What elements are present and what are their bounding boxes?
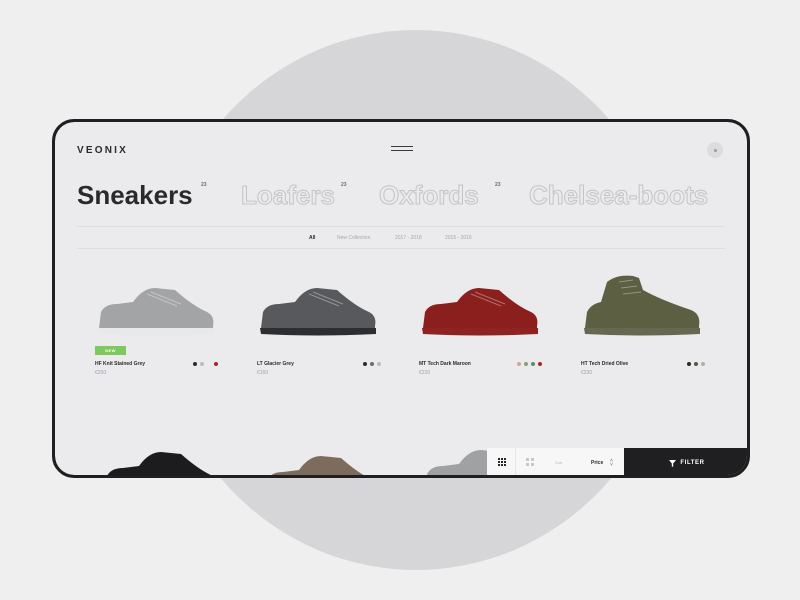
product-card[interactable]: NEW HF Knit Stained Grey €250 xyxy=(95,280,235,380)
product-name[interactable]: HF Knit Stained Grey xyxy=(95,361,145,367)
laptop-frame: VEONIX Sneakers 23 Loafers 23 Oxfords 23 Ch… xyxy=(52,119,750,478)
sort-label: Sort xyxy=(555,460,563,465)
product-name[interactable]: HT Tech Dried Olive xyxy=(581,361,628,367)
product-image[interactable] xyxy=(257,280,379,340)
hamburger-icon[interactable] xyxy=(391,145,413,153)
color-swatch[interactable] xyxy=(200,362,204,366)
color-swatch[interactable] xyxy=(214,362,218,366)
product-card[interactable]: MT Tech Dark Maroon €220 xyxy=(419,280,559,380)
product-price: €160 xyxy=(257,370,269,376)
sort-select[interactable]: Price xyxy=(591,460,603,466)
product-card[interactable]: HT Tech Dried Olive €230 xyxy=(581,272,721,380)
divider-line xyxy=(77,248,725,249)
category-label: Sneakers xyxy=(77,180,193,210)
product-image[interactable] xyxy=(101,444,223,475)
grid-2x2-icon[interactable] xyxy=(526,458,534,466)
brand-logo[interactable]: VEONIX xyxy=(77,145,128,156)
color-swatches xyxy=(687,362,705,366)
product-card[interactable] xyxy=(261,448,401,475)
color-swatch[interactable] xyxy=(524,362,528,366)
color-swatches xyxy=(517,362,542,366)
color-swatches xyxy=(193,362,218,366)
product-image[interactable] xyxy=(419,280,541,340)
color-swatch[interactable] xyxy=(538,362,542,366)
color-swatch[interactable] xyxy=(531,362,535,366)
user-icon[interactable] xyxy=(707,142,723,158)
category-loafers[interactable]: Loafers 23 xyxy=(241,180,347,211)
category-label: Oxfords xyxy=(379,180,480,211)
category-label: Chelsea-boots xyxy=(528,180,709,211)
tab-2017-2018[interactable]: 2017 - 2018 xyxy=(395,235,422,241)
category-count: 23 xyxy=(495,182,501,188)
color-swatch[interactable] xyxy=(193,362,197,366)
funnel-icon xyxy=(669,459,677,467)
color-swatch[interactable] xyxy=(363,362,367,366)
filter-button[interactable]: FILTER xyxy=(624,448,747,475)
bottom-toolbar: Sort Price ˄ ˅ FILTER xyxy=(487,448,747,475)
grid-3x3-icon[interactable] xyxy=(498,458,506,466)
category-chelsea-boots[interactable]: Chelsea-boots xyxy=(528,180,709,211)
tab-2015-2016[interactable]: 2015 - 2016 xyxy=(445,235,472,241)
category-carousel: Sneakers 23 Loafers 23 Oxfords 23 Chelsea-b… xyxy=(77,180,717,220)
color-swatch[interactable] xyxy=(370,362,374,366)
category-count: 23 xyxy=(341,182,347,188)
shop-screen: VEONIX Sneakers 23 Loafers 23 Oxfords 23 Ch… xyxy=(55,122,747,475)
category-sneakers[interactable]: Sneakers 23 xyxy=(77,180,207,211)
filter-tabs: All New Collection 2017 - 2018 2015 - 20… xyxy=(55,235,747,245)
category-oxfords[interactable]: Oxfords 23 xyxy=(379,180,501,211)
product-price: €250 xyxy=(95,370,107,376)
color-swatch[interactable] xyxy=(377,362,381,366)
product-card[interactable]: LT Glacier Grey €160 xyxy=(257,280,397,380)
divider-line xyxy=(77,226,725,227)
product-card[interactable] xyxy=(101,444,241,475)
product-image[interactable] xyxy=(261,448,383,475)
color-swatch[interactable] xyxy=(687,362,691,366)
color-swatch[interactable] xyxy=(701,362,705,366)
product-price: €230 xyxy=(581,370,593,376)
product-name[interactable]: MT Tech Dark Maroon xyxy=(419,361,471,367)
tab-all[interactable]: All xyxy=(309,235,315,241)
color-swatches xyxy=(363,362,381,366)
product-price: €220 xyxy=(419,370,431,376)
product-image[interactable] xyxy=(95,280,217,340)
color-swatch[interactable] xyxy=(207,362,211,366)
tab-new-collection[interactable]: New Collection xyxy=(337,235,370,241)
category-label: Loafers xyxy=(241,180,336,211)
chevron-updown-icon[interactable]: ˄ ˅ xyxy=(610,459,613,468)
new-badge: NEW xyxy=(95,346,126,355)
view-sort-panel: Sort Price ˄ ˅ xyxy=(487,448,624,475)
category-count: 23 xyxy=(201,182,207,188)
color-swatch[interactable] xyxy=(694,362,698,366)
filter-label: FILTER xyxy=(680,460,705,466)
product-image[interactable] xyxy=(581,272,703,340)
divider xyxy=(515,448,516,475)
product-name[interactable]: LT Glacier Grey xyxy=(257,361,294,367)
color-swatch[interactable] xyxy=(517,362,521,366)
